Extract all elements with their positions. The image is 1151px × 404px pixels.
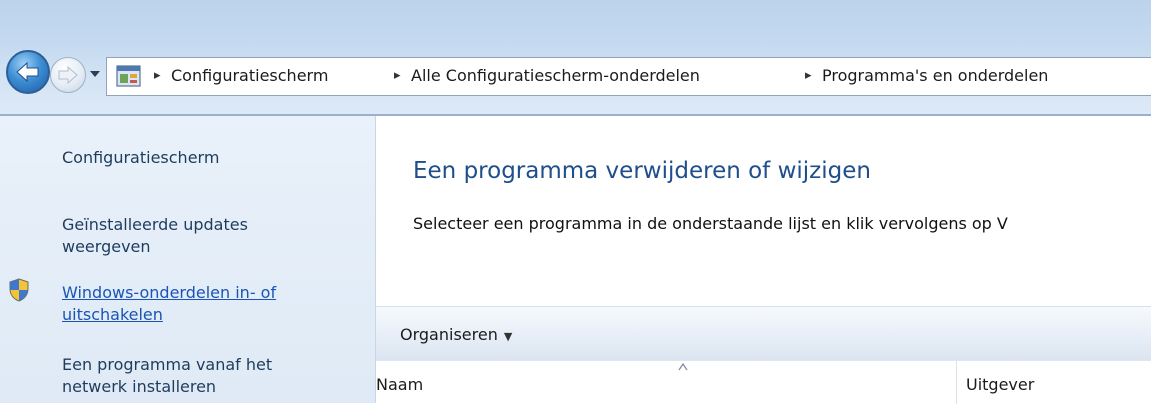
breadcrumb-configuratiescherm[interactable]: Configuratiescherm xyxy=(171,66,328,85)
organize-button[interactable]: Organiseren ▼ xyxy=(400,325,512,344)
back-button[interactable] xyxy=(6,50,50,94)
breadcrumb-separator: ▸ xyxy=(805,68,812,83)
sidebar-item-label: uitschakelen xyxy=(62,305,163,324)
forward-arrow-icon xyxy=(58,65,78,85)
column-divider[interactable] xyxy=(956,361,957,404)
page-title: Een programma verwijderen of wijzigen xyxy=(413,158,871,184)
sidebar-item-network-install[interactable]: Een programma vanaf het netwerk installe… xyxy=(62,354,272,398)
address-bar[interactable]: ▸ Configuratiescherm ▸ Alle Configuratie… xyxy=(106,57,1151,96)
sidebar-item-label: weergeven xyxy=(62,237,151,256)
control-panel-icon xyxy=(116,65,141,87)
back-arrow-icon xyxy=(16,61,39,83)
chevron-down-icon[interactable] xyxy=(88,66,102,80)
sidebar-item-label: Configuratiescherm xyxy=(62,148,220,167)
sidebar-item-label: netwerk installeren xyxy=(62,377,217,396)
shield-icon xyxy=(9,278,29,302)
breadcrumb-programmas-en-onderdelen[interactable]: Programma's en onderdelen xyxy=(822,66,1048,85)
sidebar-item-configuratiescherm[interactable]: Configuratiescherm xyxy=(62,147,219,169)
column-header-row: Naam Uitgever xyxy=(376,360,1151,404)
breadcrumb-alle-onderdelen[interactable]: Alle Configuratiescherm-onderdelen xyxy=(411,66,700,85)
sidebar-item-label: Windows-onderdelen in- of xyxy=(62,283,277,302)
column-header-naam[interactable]: Naam xyxy=(376,375,423,394)
page-description: Selecteer een programma in de onderstaan… xyxy=(413,214,1008,233)
sidebar-item-label: Geïnstalleerde updates xyxy=(62,215,248,234)
sidebar-item-windows-features[interactable]: Windows-onderdelen in- of uitschakelen xyxy=(62,282,276,326)
organize-label: Organiseren xyxy=(400,325,498,344)
sidebar-item-installed-updates[interactable]: Geïnstalleerde updates weergeven xyxy=(62,214,248,258)
sidebar-item-label: Een programma vanaf het xyxy=(62,355,273,374)
sort-ascending-icon xyxy=(678,363,688,371)
window-titlebar: ▸ Configuratiescherm ▸ Alle Configuratie… xyxy=(0,0,1151,114)
command-bar: Organiseren ▼ xyxy=(376,306,1151,360)
column-header-uitgever[interactable]: Uitgever xyxy=(966,375,1034,394)
breadcrumb-separator: ▸ xyxy=(154,68,161,83)
forward-button[interactable] xyxy=(50,57,86,93)
breadcrumb-separator: ▸ xyxy=(394,68,401,83)
chevron-down-icon: ▼ xyxy=(503,330,513,343)
navigation-pane: Configuratiescherm Geïnstalleerde update… xyxy=(0,116,376,403)
